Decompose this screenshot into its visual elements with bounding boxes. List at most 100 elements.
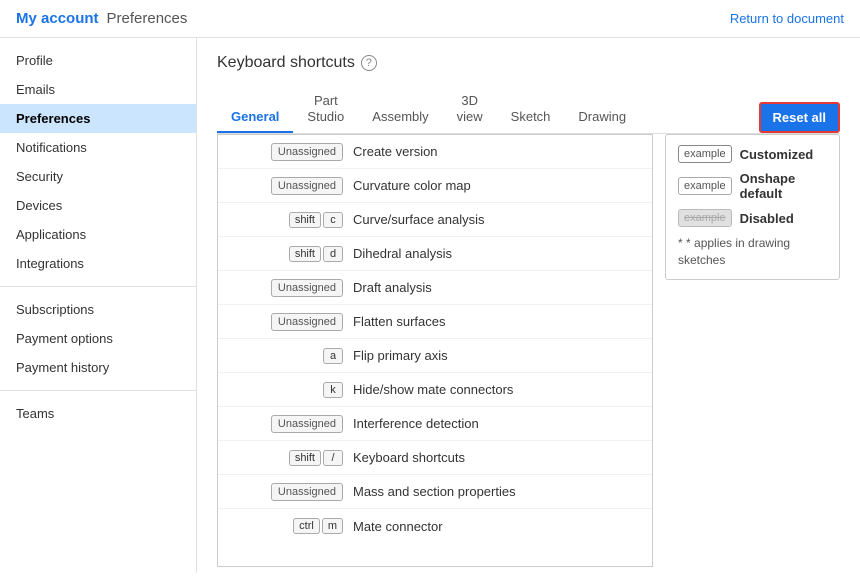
table-row: a Flip primary axis	[218, 339, 652, 373]
sidebar-item-teams[interactable]: Teams	[0, 399, 196, 428]
return-to-document-link[interactable]: Return to document	[730, 11, 844, 26]
legend-row-disabled: example Disabled	[678, 209, 827, 227]
unassigned-button[interactable]: Unassigned	[271, 143, 343, 161]
table-row: Unassigned Create version	[218, 135, 652, 169]
key-badge-m: m	[322, 518, 343, 534]
sidebar-divider-2	[0, 390, 196, 391]
tab-3d-view[interactable]: 3Dview	[443, 86, 497, 133]
sidebar-item-profile[interactable]: Profile	[0, 46, 196, 75]
legend-note-text: * applies in drawing sketches	[678, 236, 790, 267]
shortcut-name: Mass and section properties	[343, 484, 642, 499]
shortcuts-panel: Unassigned Create version Unassigned Cur…	[217, 134, 653, 567]
key-badge-slash: /	[323, 450, 343, 466]
shortcut-name: Flip primary axis	[343, 348, 642, 363]
shortcuts-scroll[interactable]: Unassigned Create version Unassigned Cur…	[218, 135, 652, 566]
key-area: Unassigned	[228, 415, 343, 433]
legend-note-star: *	[678, 236, 686, 250]
section-title-text: Keyboard shortcuts	[217, 54, 355, 72]
table-row: Unassigned Draft analysis	[218, 271, 652, 305]
sidebar-item-security[interactable]: Security	[0, 162, 196, 191]
help-icon[interactable]: ?	[361, 55, 377, 71]
table-row: ctrl m Mate connector	[218, 509, 652, 543]
main-content: Keyboard shortcuts ? General PartStudio …	[197, 38, 860, 573]
key-badge-d: d	[323, 246, 343, 262]
legend-panel: example Customized example Onshape defau…	[665, 134, 840, 567]
legend-note: * * applies in drawing sketches	[678, 235, 827, 269]
sidebar-item-integrations[interactable]: Integrations	[0, 249, 196, 278]
unassigned-button[interactable]: Unassigned	[271, 177, 343, 195]
unassigned-button[interactable]: Unassigned	[271, 313, 343, 331]
table-row: k Hide/show mate connectors	[218, 373, 652, 407]
key-area: k	[228, 382, 343, 398]
content-area: Unassigned Create version Unassigned Cur…	[217, 134, 840, 567]
shortcut-name: Keyboard shortcuts	[343, 450, 642, 465]
legend-example-onshape: example	[678, 177, 732, 195]
unassigned-button[interactable]: Unassigned	[271, 415, 343, 433]
table-row: shift d Dihedral analysis	[218, 237, 652, 271]
tab-drawing[interactable]: Drawing	[564, 102, 640, 133]
legend-label-onshape: Onshape default	[740, 171, 827, 201]
sidebar-item-payment-history[interactable]: Payment history	[0, 353, 196, 382]
sidebar-item-notifications[interactable]: Notifications	[0, 133, 196, 162]
sidebar-divider-1	[0, 286, 196, 287]
tab-assembly[interactable]: Assembly	[358, 102, 442, 133]
key-badge-shift: shift	[289, 212, 321, 228]
layout: Profile Emails Preferences Notifications…	[0, 38, 860, 573]
key-badge-ctrl: ctrl	[293, 518, 320, 534]
tabs-bar: General PartStudio Assembly 3Dview Sketc…	[217, 86, 840, 134]
tab-sketch[interactable]: Sketch	[497, 102, 565, 133]
shortcut-name: Mate connector	[343, 519, 642, 534]
sidebar-item-applications[interactable]: Applications	[0, 220, 196, 249]
shortcut-name: Curve/surface analysis	[343, 212, 642, 227]
sidebar-item-preferences[interactable]: Preferences	[0, 104, 196, 133]
key-area: Unassigned	[228, 483, 343, 501]
shortcut-name: Curvature color map	[343, 178, 642, 193]
sidebar-item-emails[interactable]: Emails	[0, 75, 196, 104]
shortcut-name: Draft analysis	[343, 280, 642, 295]
header-page: Preferences	[107, 10, 188, 27]
sidebar: Profile Emails Preferences Notifications…	[0, 38, 197, 573]
legend-example-customized: example	[678, 145, 732, 163]
sidebar-item-subscriptions[interactable]: Subscriptions	[0, 295, 196, 324]
header: My account Preferences Return to documen…	[0, 0, 860, 38]
key-area: Unassigned	[228, 177, 343, 195]
legend-label-disabled: Disabled	[740, 211, 794, 226]
unassigned-button[interactable]: Unassigned	[271, 279, 343, 297]
table-row: Unassigned Interference detection	[218, 407, 652, 441]
key-badge-shift: shift	[289, 450, 321, 466]
key-badge-k: k	[323, 382, 343, 398]
sidebar-item-payment-options[interactable]: Payment options	[0, 324, 196, 353]
legend-row-onshape: example Onshape default	[678, 171, 827, 201]
unassigned-button[interactable]: Unassigned	[271, 483, 343, 501]
legend-box: example Customized example Onshape defau…	[665, 134, 840, 280]
section-title: Keyboard shortcuts ?	[217, 54, 840, 72]
table-row: shift c Curve/surface analysis	[218, 203, 652, 237]
legend-label-customized: Customized	[740, 147, 814, 162]
key-area: shift d	[228, 246, 343, 262]
key-area: Unassigned	[228, 279, 343, 297]
sidebar-item-devices[interactable]: Devices	[0, 191, 196, 220]
header-left: My account Preferences	[16, 10, 187, 27]
shortcut-name: Flatten surfaces	[343, 314, 642, 329]
shortcut-name: Hide/show mate connectors	[343, 382, 642, 397]
key-badge-a: a	[323, 348, 343, 364]
legend-row-customized: example Customized	[678, 145, 827, 163]
key-area: Unassigned	[228, 143, 343, 161]
key-area: Unassigned	[228, 313, 343, 331]
table-row: shift / Keyboard shortcuts	[218, 441, 652, 475]
tab-general[interactable]: General	[217, 102, 293, 133]
header-myaccount[interactable]: My account	[16, 10, 99, 27]
reset-all-button[interactable]: Reset all	[759, 102, 840, 133]
shortcut-name: Create version	[343, 144, 642, 159]
key-badge-shift: shift	[289, 246, 321, 262]
key-area: shift /	[228, 450, 343, 466]
key-area: shift c	[228, 212, 343, 228]
key-badge-c: c	[323, 212, 343, 228]
legend-example-disabled: example	[678, 209, 732, 227]
table-row: Unassigned Curvature color map	[218, 169, 652, 203]
shortcut-name: Dihedral analysis	[343, 246, 642, 261]
tab-part-studio[interactable]: PartStudio	[293, 86, 358, 133]
table-row: Unassigned Flatten surfaces	[218, 305, 652, 339]
shortcut-name: Interference detection	[343, 416, 642, 431]
key-area: a	[228, 348, 343, 364]
